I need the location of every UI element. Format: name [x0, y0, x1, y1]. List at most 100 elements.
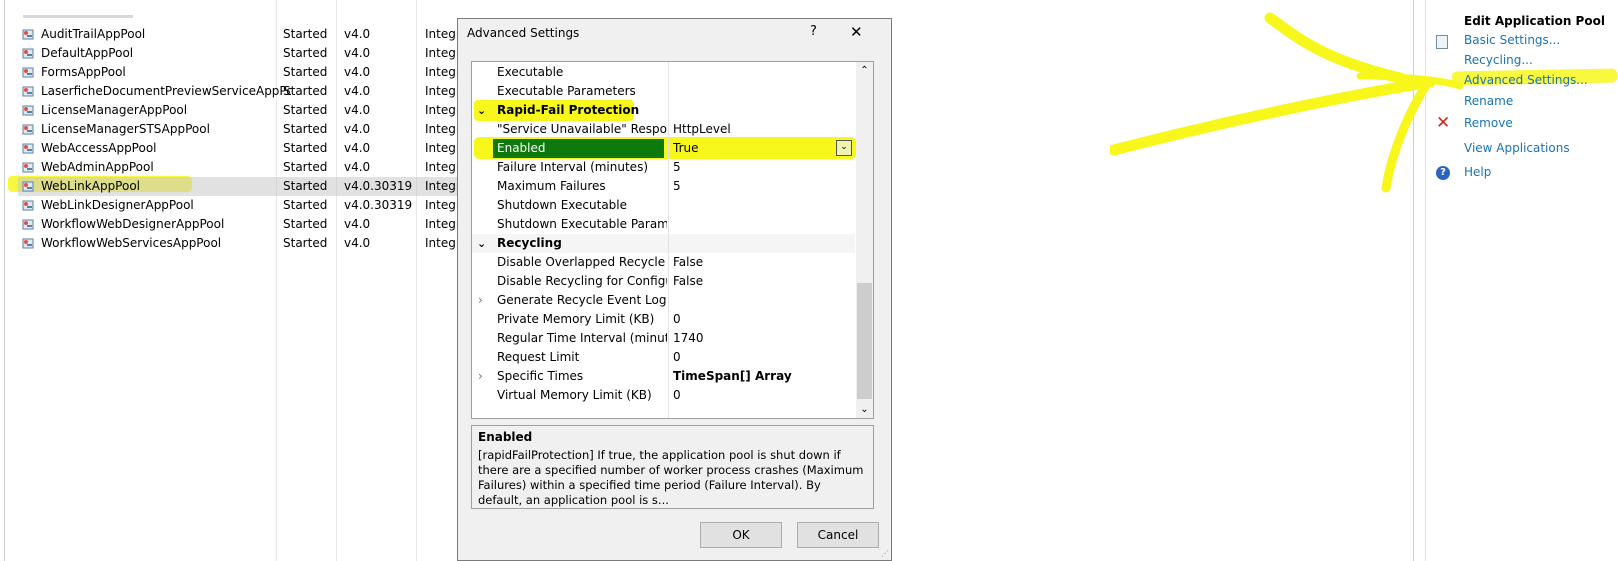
- property-row[interactable]: Disable Overlapped Recycle False: [472, 253, 855, 272]
- property-value: TimeSpan[] Array: [673, 369, 792, 383]
- pool-clr-version: v4.0: [344, 46, 371, 60]
- property-name: Executable Parameters: [497, 84, 636, 98]
- pool-clr-version: v4.0: [344, 217, 371, 231]
- property-row[interactable]: Virtual Memory Limit (KB) 0: [472, 386, 855, 405]
- pool-name: DefaultAppPool: [41, 46, 134, 60]
- property-name: Shutdown Executable: [497, 198, 628, 212]
- app-pool-icon: [21, 46, 35, 60]
- property-value: 1740: [673, 331, 704, 345]
- pool-status: Started: [283, 84, 328, 98]
- pool-row[interactable]: AuditTrailAppPool Started v4.0 Integra: [18, 25, 457, 44]
- property-category[interactable]: ⌄ Recycling: [472, 234, 855, 253]
- app-pool-icon: [21, 65, 35, 79]
- app-pool-icon: [21, 27, 35, 41]
- property-row[interactable]: Disable Recycling for Configuration Chan…: [472, 272, 855, 291]
- expand-chevron-icon[interactable]: ›: [478, 367, 483, 386]
- pool-clr-version: v4.0: [344, 141, 371, 155]
- pool-pipeline-mode: Integra: [425, 160, 457, 174]
- property-name: Generate Recycle Event Log Entry: [497, 293, 667, 307]
- pool-row[interactable]: DefaultAppPool Started v4.0 Integra: [18, 44, 457, 63]
- scroll-down-icon[interactable]: ⌄: [856, 401, 873, 418]
- pool-clr-version: v4.0: [344, 27, 371, 41]
- property-name: Failure Interval (minutes): [497, 160, 649, 174]
- property-row[interactable]: Regular Time Interval (minutes) 1740: [472, 329, 855, 348]
- cancel-button[interactable]: Cancel: [797, 522, 879, 548]
- property-row[interactable]: › Generate Recycle Event Log Entry: [472, 291, 855, 310]
- property-name: Executable: [497, 65, 564, 79]
- ok-button[interactable]: OK: [700, 522, 782, 548]
- app-pool-icon: [21, 198, 35, 212]
- resize-grip-icon[interactable]: ⋰: [881, 549, 889, 558]
- property-name: Recycling: [497, 236, 562, 250]
- property-row[interactable]: Executable: [472, 63, 855, 82]
- pool-pipeline-mode: Integra: [425, 103, 457, 117]
- close-icon: ✕: [850, 23, 863, 41]
- app-pool-icon: [21, 236, 35, 250]
- property-row[interactable]: Shutdown Executable: [472, 196, 855, 215]
- collapse-chevron-icon[interactable]: ⌄: [477, 234, 486, 253]
- pool-clr-version: v4.0: [344, 160, 371, 174]
- property-category[interactable]: ⌄ Rapid-Fail Protection: [472, 101, 855, 120]
- property-value: False: [673, 255, 704, 269]
- pool-pipeline-mode: Integra: [425, 179, 457, 193]
- pool-row[interactable]: WorkflowWebDesignerAppPool Started v4.0 Int…: [18, 215, 457, 234]
- pool-row[interactable]: LicenseManagerAppPool Started v4.0 Integra: [18, 101, 457, 120]
- pool-name: FormsAppPool: [41, 65, 126, 79]
- pool-name: WorkflowWebDesignerAppPool: [41, 217, 225, 231]
- pool-name: LaserficheDocumentPreviewServiceAppPool: [41, 84, 291, 98]
- description-panel: Enabled [rapidFailProtection] If true, t…: [471, 425, 874, 509]
- app-pool-icon: [21, 141, 35, 155]
- close-button[interactable]: ✕: [850, 23, 863, 41]
- pool-status: Started: [283, 217, 328, 231]
- pool-pipeline-mode: Integra: [425, 141, 457, 155]
- property-row[interactable]: Maximum Failures 5: [472, 177, 855, 196]
- app-pool-icon: [21, 122, 35, 136]
- pool-row[interactable]: WebAccessAppPool Started v4.0 Integra: [18, 139, 457, 158]
- pool-row[interactable]: WebAdminAppPool Started v4.0 Integra: [18, 158, 457, 177]
- dropdown-arrow-icon[interactable]: ⌄: [836, 140, 852, 156]
- property-name: Enabled: [493, 139, 664, 158]
- pool-row[interactable]: LaserficheDocumentPreviewServiceAppPool S…: [18, 82, 457, 101]
- property-row[interactable]: › Specific Times TimeSpan[] Array: [472, 367, 855, 386]
- vertical-scrollbar[interactable]: ⌃ ⌄: [856, 62, 873, 418]
- app-pool-icon: [21, 103, 35, 117]
- property-row-selected[interactable]: Enabled True ⌄: [472, 139, 855, 158]
- pool-status: Started: [283, 122, 328, 136]
- scrollbar-thumb[interactable]: [857, 283, 872, 399]
- property-value: 0: [673, 350, 681, 364]
- property-grid[interactable]: Executable Executable Parameters ⌄ Rapid-Fa…: [471, 61, 874, 419]
- pool-row[interactable]: WorkflowWebServicesAppPool Started v4.0 Int…: [18, 234, 457, 253]
- property-row[interactable]: Request Limit 0: [472, 348, 855, 367]
- app-pool-icon: [21, 179, 35, 193]
- pool-status: Started: [283, 198, 328, 212]
- expand-chevron-icon[interactable]: ›: [478, 291, 483, 310]
- property-row[interactable]: Private Memory Limit (KB) 0: [472, 310, 855, 329]
- property-name: Virtual Memory Limit (KB): [497, 388, 652, 402]
- property-row[interactable]: Failure Interval (minutes) 5: [472, 158, 855, 177]
- pool-clr-version: v4.0.30319: [344, 198, 413, 212]
- pool-row[interactable]: WebLinkDesignerAppPool Started v4.0.30319 I…: [18, 196, 457, 215]
- pool-row[interactable]: FormsAppPool Started v4.0 Integra: [18, 63, 457, 82]
- property-value: 5: [673, 160, 681, 174]
- property-value: True: [673, 141, 699, 155]
- pool-status: Started: [283, 160, 328, 174]
- help-button[interactable]: ?: [810, 24, 817, 39]
- property-value: 5: [673, 179, 681, 193]
- column-splitter[interactable]: [668, 62, 669, 418]
- collapse-chevron-icon[interactable]: ⌄: [477, 101, 486, 120]
- pool-pipeline-mode: Integra: [425, 236, 457, 250]
- pool-name: WorkflowWebServicesAppPool: [41, 236, 222, 250]
- pool-pipeline-mode: Integra: [425, 27, 457, 41]
- advanced-settings-dialog: Advanced Settings ? ✕ Executable Executab…: [457, 18, 892, 561]
- property-value: 0: [673, 388, 681, 402]
- property-row[interactable]: Shutdown Executable Parameters: [472, 215, 855, 234]
- property-row[interactable]: Executable Parameters: [472, 82, 855, 101]
- property-name: Disable Recycling for Configuration Chan…: [497, 274, 667, 288]
- property-name: Rapid-Fail Protection: [497, 103, 640, 117]
- property-name: Maximum Failures: [497, 179, 606, 193]
- pool-status: Started: [283, 65, 328, 79]
- pool-pipeline-mode: Integra: [425, 65, 457, 79]
- pool-row[interactable]: LicenseManagerSTSAppPool Started v4.0 Integ…: [18, 120, 457, 139]
- scroll-up-icon[interactable]: ⌃: [856, 62, 873, 79]
- pool-row[interactable]: WebLinkAppPool Started v4.0.30319 Integra: [18, 177, 457, 196]
